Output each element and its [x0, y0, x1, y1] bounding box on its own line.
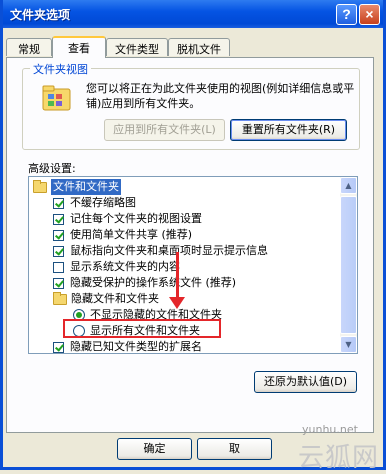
checkbox[interactable]	[53, 342, 64, 353]
list-item-label: 鼠标指向文件夹和桌面项时显示提示信息	[70, 244, 268, 257]
title-bar[interactable]: 文件夹选项 ? ×	[3, 0, 383, 28]
close-button[interactable]: ×	[359, 4, 380, 25]
list-item-label: 隐藏文件和文件夹	[71, 292, 159, 305]
folder-icon	[33, 180, 47, 193]
list-item-label: 隐藏已知文件类型的扩展名	[70, 340, 202, 353]
folder-views-description: 您可以将正在为此文件夹使用的视图(例如详细信息或平铺)应用到所有文件夹。	[86, 82, 355, 110]
checkbox[interactable]	[53, 230, 64, 241]
watermark-brand: 云狐网	[298, 443, 380, 473]
checkbox[interactable]	[53, 262, 64, 273]
list-item-label: 隐藏受保护的操作系统文件 (推荐)	[70, 276, 237, 289]
tab-file-types[interactable]: 文件类型	[106, 38, 168, 56]
reset-all-folders-button[interactable]: 重置所有文件夹(R)	[230, 119, 347, 141]
checkbox[interactable]	[53, 278, 64, 289]
folder-view-icon	[42, 85, 71, 111]
list-item-label: 显示系统文件夹的内容	[70, 260, 180, 273]
list-item-label: 文件和文件夹	[51, 179, 121, 195]
help-button[interactable]: ?	[336, 4, 357, 25]
window-title: 文件夹选项	[10, 8, 71, 22]
restore-defaults-button[interactable]: 还原为默认值(D)	[254, 371, 357, 393]
tab-offline-files[interactable]: 脱机文件	[168, 38, 230, 56]
scroll-up-arrow-icon[interactable]: ▲	[340, 177, 357, 194]
scrollbar-thumb[interactable]	[340, 196, 357, 334]
annotation-arrow-head	[169, 297, 185, 309]
tab-general[interactable]: 常规	[6, 38, 52, 56]
tab-view[interactable]: 查看	[52, 36, 106, 58]
checkbox[interactable]	[53, 246, 64, 257]
annotation-highlight-box	[63, 319, 221, 338]
watermark-url: yunhu.net	[302, 423, 358, 436]
vertical-scrollbar[interactable]: ▲ ▼	[340, 177, 357, 353]
cancel-button[interactable]: 取	[197, 438, 272, 460]
ok-button[interactable]: 确定	[117, 438, 192, 460]
list-item-label: 不缓存缩略图	[70, 196, 136, 209]
list-item-label: 使用简单文件共享 (推荐)	[70, 228, 193, 241]
checkbox[interactable]	[53, 214, 64, 225]
list-item-label: 记住每个文件夹的视图设置	[70, 212, 202, 225]
checkbox[interactable]	[53, 198, 64, 209]
scroll-down-arrow-icon[interactable]: ▼	[340, 336, 357, 353]
folder-views-label: 文件夹视图	[30, 61, 91, 77]
advanced-settings-label: 高级设置:	[28, 162, 76, 175]
folder-icon	[53, 292, 67, 305]
annotation-arrow-shaft	[176, 252, 179, 299]
apply-to-all-folders-button[interactable]: 应用到所有文件夹(L)	[104, 119, 225, 141]
